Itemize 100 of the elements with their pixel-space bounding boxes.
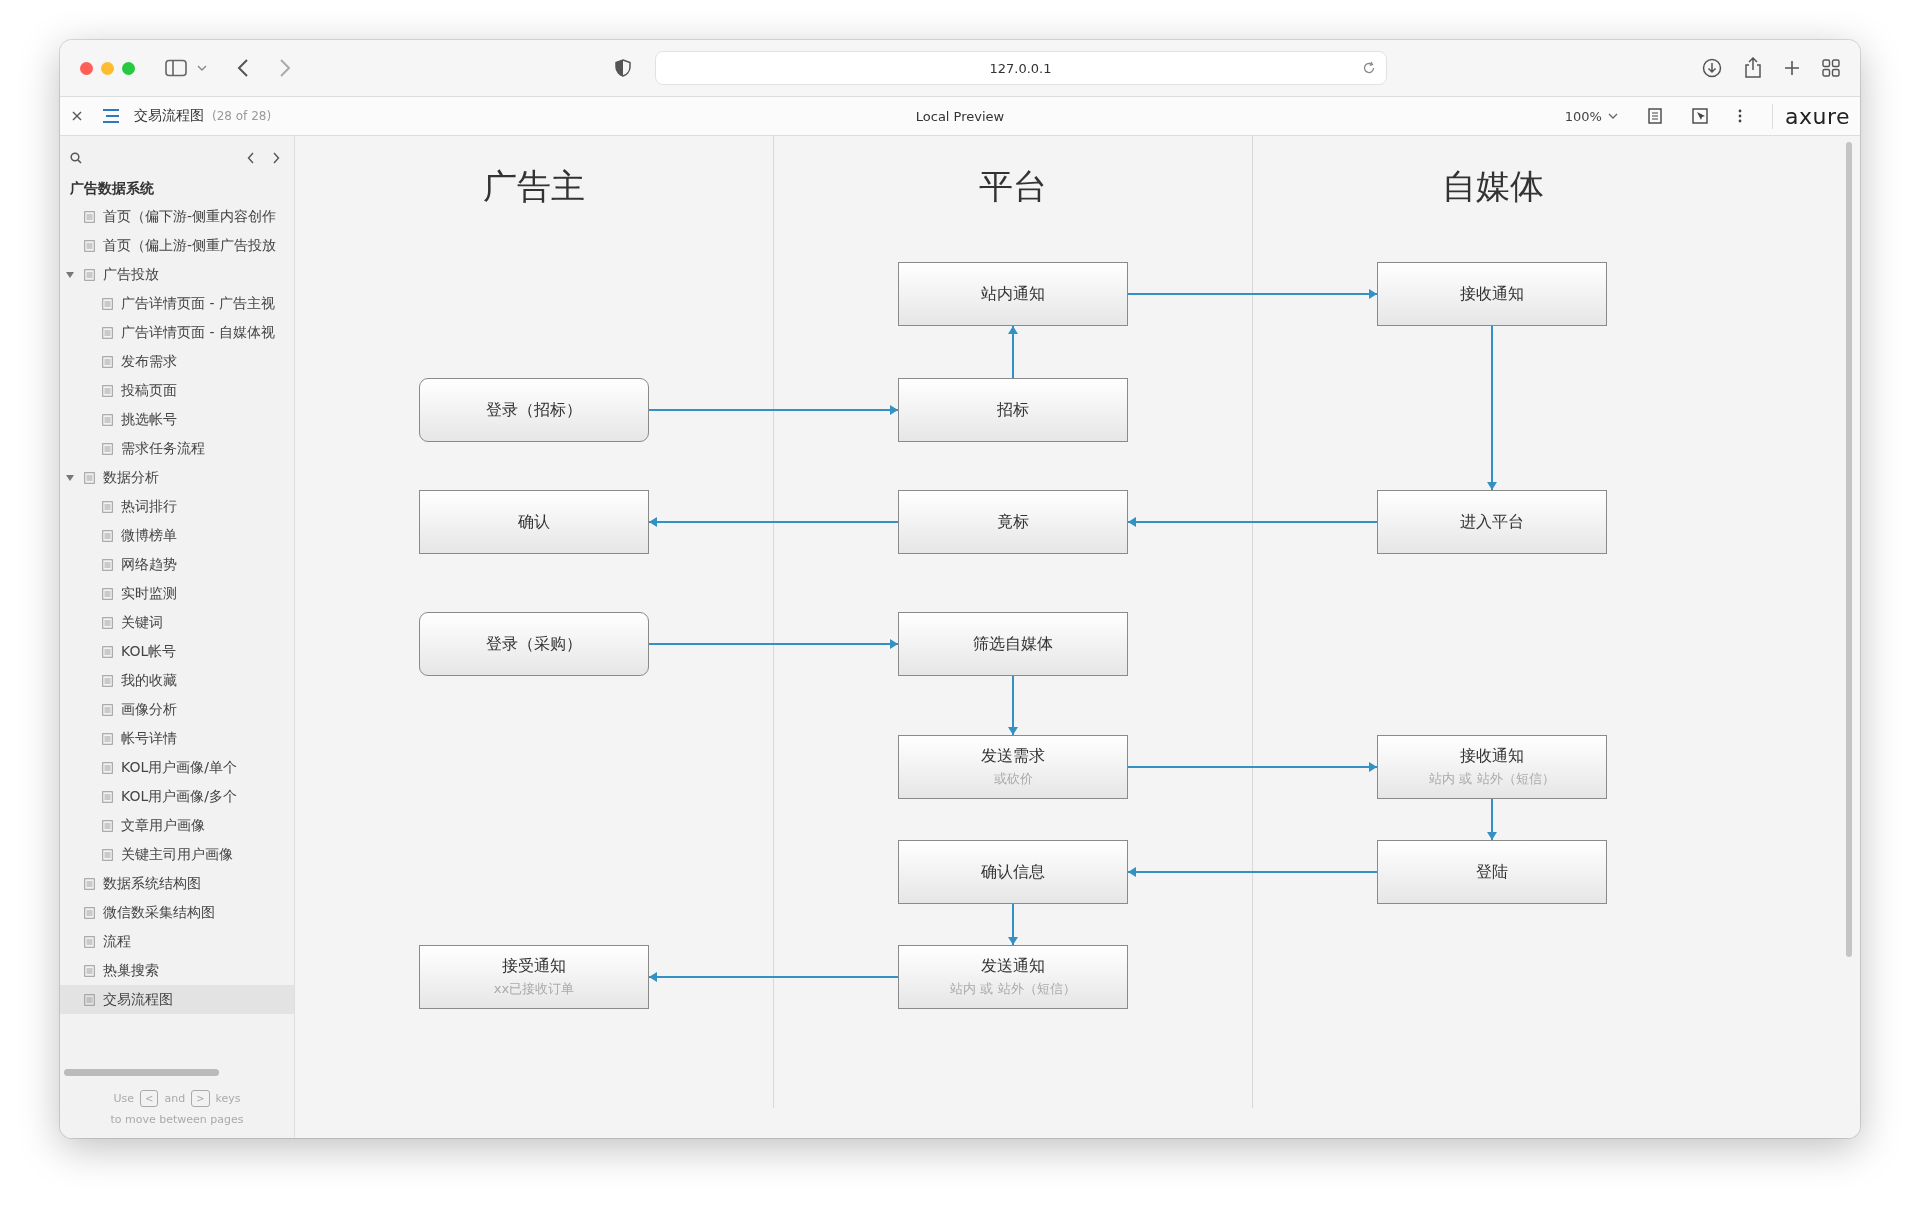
page-tree-item[interactable]: 热巢搜索 — [60, 956, 294, 985]
chevron-down-icon[interactable] — [197, 64, 207, 72]
back-icon[interactable] — [237, 58, 249, 78]
page-tree-item[interactable]: 需求任务流程 — [60, 434, 294, 463]
page-tree-item[interactable]: 我的收藏 — [60, 666, 294, 695]
page-tree-item[interactable]: KOL帐号 — [60, 637, 294, 666]
scrollbar[interactable] — [64, 1069, 219, 1076]
page-icon — [102, 645, 113, 658]
page-icon — [84, 877, 95, 890]
page-tree-item[interactable]: 关键词 — [60, 608, 294, 637]
node-label: 竟标 — [997, 511, 1029, 533]
page-tree-item[interactable]: 帐号详情 — [60, 724, 294, 753]
page-tree-item[interactable]: 广告详情页面 - 自媒体视 — [60, 318, 294, 347]
node-note: xx已接收订单 — [493, 980, 575, 998]
page-icon — [102, 848, 113, 861]
page-tree-item[interactable]: 广告投放 — [60, 260, 294, 289]
shield-icon[interactable] — [614, 59, 631, 77]
close-icon[interactable] — [72, 111, 82, 121]
logo: axure — [1771, 103, 1850, 129]
page-icon — [84, 964, 95, 977]
node-label: 接收通知 — [1460, 746, 1524, 767]
key-cap: < — [140, 1090, 159, 1107]
node-label: 确认信息 — [981, 861, 1045, 883]
page-icon — [102, 616, 113, 629]
key-cap: > — [191, 1090, 210, 1107]
page-icon — [102, 732, 113, 745]
page-tree-item[interactable]: 流程 — [60, 927, 294, 956]
page-icon — [102, 384, 113, 397]
node-note: 站内 或 站外（短信） — [1429, 770, 1555, 788]
inspect-icon[interactable] — [1691, 108, 1708, 124]
node-label: 发送需求 — [981, 746, 1045, 767]
page-tree-item[interactable]: 微博榜单 — [60, 521, 294, 550]
page-icon — [102, 500, 113, 513]
reload-icon[interactable] — [1361, 61, 1376, 75]
new-tab-icon[interactable] — [1784, 60, 1800, 76]
node-label: 确认 — [518, 511, 550, 533]
page-tree-item[interactable]: 数据系统结构图 — [60, 869, 294, 898]
hint-text: to move between pages — [109, 1113, 245, 1126]
page-tree-item[interactable]: 网络趋势 — [60, 550, 294, 579]
page-tree-item[interactable]: 数据分析 — [60, 463, 294, 492]
scrollbar[interactable] — [1846, 142, 1852, 957]
page-tree-item[interactable]: 画像分析 — [60, 695, 294, 724]
hint-text: keys — [215, 1092, 241, 1105]
page-icon — [84, 906, 95, 919]
node-label: 筛选自媒体 — [973, 633, 1053, 655]
page-icon — [84, 268, 95, 281]
page-icon — [102, 587, 113, 600]
address-field[interactable]: 127.0.0.1 — [654, 51, 1387, 85]
hint-text: Use — [113, 1092, 135, 1105]
download-icon[interactable] — [1702, 58, 1722, 78]
page-icon — [102, 703, 113, 716]
node-label: 招标 — [997, 399, 1029, 421]
page-tree-item[interactable]: 实时监测 — [60, 579, 294, 608]
notes-icon[interactable] — [1647, 108, 1662, 124]
search-icon[interactable] — [70, 152, 82, 164]
node-label: 站内通知 — [981, 283, 1045, 305]
previous-page-icon[interactable] — [247, 152, 255, 164]
menu-icon[interactable] — [102, 109, 120, 123]
lane-heading: 广告主 — [483, 165, 585, 208]
page-icon — [84, 239, 95, 252]
page-icon — [102, 558, 113, 571]
page-tree-item[interactable]: 热词排行 — [60, 492, 294, 521]
node-label: 接受通知 — [502, 956, 566, 977]
page-icon — [102, 819, 113, 832]
page-title: 交易流程图 — [134, 107, 204, 125]
page-tree-item[interactable]: 挑选帐号 — [60, 405, 294, 434]
page-tree-item[interactable]: 首页（偏上游-侧重广告投放 — [60, 231, 294, 260]
page-tree-item[interactable]: 文章用户画像 — [60, 811, 294, 840]
page-tree-item[interactable]: 微信数采集结构图 — [60, 898, 294, 927]
next-page-icon[interactable] — [272, 152, 280, 164]
node-label: 进入平台 — [1460, 511, 1524, 533]
page-icon — [102, 674, 113, 687]
page-tree-item[interactable]: KOL用户画像/单个 — [60, 753, 294, 782]
sidebar-icon[interactable] — [165, 59, 187, 77]
page-tree-item[interactable]: 首页（偏下游-侧重内容创作 — [60, 202, 294, 231]
hint-text: and — [164, 1092, 186, 1105]
expand-icon[interactable] — [66, 271, 74, 278]
preview-label: Local Preview — [915, 108, 1005, 124]
expand-icon[interactable] — [66, 474, 74, 481]
page-icon — [84, 993, 95, 1006]
page-tree-item[interactable]: KOL用户画像/多个 — [60, 782, 294, 811]
zoom-dropdown[interactable]: 100% — [1564, 108, 1618, 124]
page-icon — [102, 529, 113, 542]
page-tree-item[interactable]: 发布需求 — [60, 347, 294, 376]
page-count: (28 of 28) — [212, 109, 272, 123]
page-tree-item[interactable]: 关键主司用户画像 — [60, 840, 294, 869]
node-label: 登录（招标） — [486, 399, 582, 421]
page-tree-item[interactable]: 投稿页面 — [60, 376, 294, 405]
node-note: 站内 或 站外（短信） — [950, 980, 1076, 998]
page-tree-item[interactable]: 交易流程图 — [60, 985, 294, 1014]
page-icon — [102, 413, 113, 426]
caret-icon — [1607, 112, 1618, 120]
page-tree-item[interactable]: 广告详情页面 - 广告主视 — [60, 289, 294, 318]
share-icon[interactable] — [1744, 57, 1762, 79]
node-label: 接收通知 — [1460, 283, 1524, 305]
tab-overview-icon[interactable] — [1822, 59, 1840, 77]
close-window-button[interactable] — [80, 61, 93, 75]
lane-heading: 平台 — [979, 165, 1047, 208]
more-icon[interactable] — [1737, 109, 1742, 123]
project-title: 广告数据系统 — [69, 179, 155, 198]
